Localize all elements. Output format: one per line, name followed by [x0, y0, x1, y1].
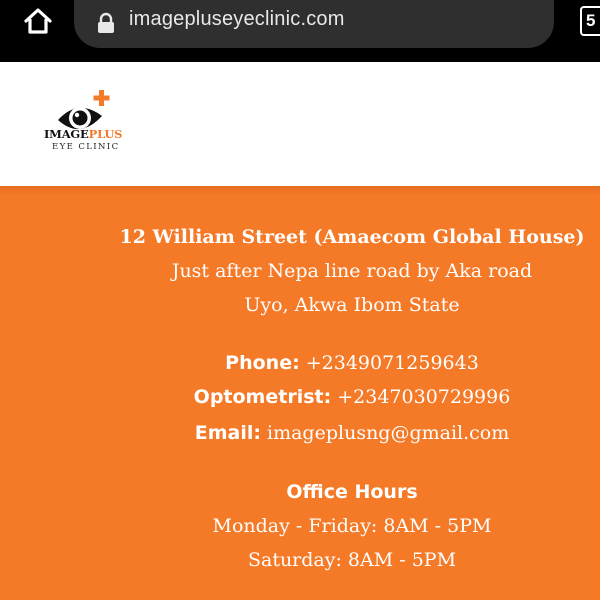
email-row: Email: imageplusng@gmail.com — [52, 422, 600, 444]
lock-icon — [98, 12, 114, 33]
tab-switcher-button[interactable]: 5 — [580, 6, 600, 36]
office-hours-title: Office Hours — [286, 481, 418, 503]
logo-wordmark: IMAGEPLUS — [44, 127, 122, 141]
phone-label: Phone: — [225, 352, 300, 374]
contact-section: 12 William Street (Amaecom Global House)… — [0, 186, 600, 600]
tab-count: 5 — [586, 11, 596, 30]
optometrist-row: Optometrist: +2347030729996 — [52, 386, 600, 408]
logo-word-plus: PLUS — [88, 127, 123, 141]
address-line-1: 12 William Street (Amaecom Global House) — [119, 226, 585, 248]
site-header: IMAGEPLUS EYE CLINIC — [0, 62, 600, 186]
address-line-2: Just after Nepa line road by Aka road — [171, 260, 533, 282]
browser-toolbar: imagepluseyeclinic.com 5 — [0, 0, 600, 62]
url-text: imagepluseyeclinic.com — [129, 8, 345, 30]
optometrist-label: Optometrist: — [193, 386, 332, 408]
email-value[interactable]: imageplusng@gmail.com — [267, 422, 509, 444]
address-bar[interactable]: imagepluseyeclinic.com — [74, 0, 554, 48]
office-hours-weekdays: Monday - Friday: 8AM - 5PM — [212, 515, 492, 537]
address-line-3: Uyo, Akwa Ibom State — [244, 294, 460, 316]
office-hours-saturday: Saturday: 8AM - 5PM — [247, 549, 457, 571]
logo-subtitle: EYE CLINIC — [52, 142, 120, 152]
home-button[interactable] — [18, 4, 58, 38]
phone-value[interactable]: +2349071259643 — [306, 352, 479, 374]
optometrist-value[interactable]: +2347030729996 — [337, 386, 510, 408]
email-label: Email: — [194, 422, 261, 444]
logo-word-image: IMAGE — [44, 127, 89, 141]
phone-row: Phone: +2349071259643 — [52, 352, 600, 374]
home-icon — [24, 8, 52, 34]
